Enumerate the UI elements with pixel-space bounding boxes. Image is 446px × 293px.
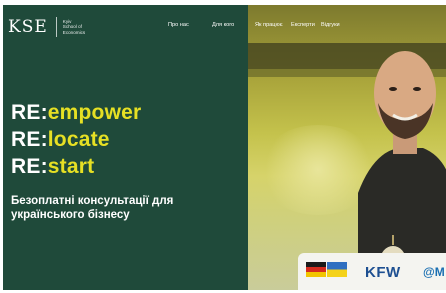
flags-icon [306,262,347,277]
partner-logos: KFW @M [298,253,446,290]
person-photo [358,51,446,290]
hero-line-locate: RE:locate [11,129,110,151]
landing-page: KSE Kyiv School of Economics Про нас Для… [3,5,446,290]
hero-prefix: RE: [11,101,48,124]
hero-photo [248,5,446,290]
nav-link-reviews[interactable]: Відгуки [321,22,340,28]
nav-link-about[interactable]: Про нас [168,22,189,28]
screenshot-frame: KSE Kyiv School of Economics Про нас Для… [0,0,446,293]
hero-word: start [47,155,95,178]
kfw-logo: KFW [365,264,401,281]
logo-divider [55,17,57,37]
logo-line: Economics [62,29,86,35]
logo-mark: KSE [8,17,48,37]
hero-prefix: RE: [11,128,48,151]
hero-prefix: RE: [11,155,48,178]
partner-logo-cut: @M [423,265,445,279]
nav-link-for-whom[interactable]: Для кого [212,22,234,28]
hero-line-start: RE:start [11,156,94,178]
kse-logo[interactable]: KSE Kyiv School of Economics [8,17,93,37]
nav-link-how-it-works[interactable]: Як працює [255,22,283,28]
hero-word: locate [47,128,110,151]
nav-link-experts[interactable]: Експерти [291,22,315,28]
hero-subtitle: Безоплатні консультації для українського… [11,195,174,221]
hero-line-empower: RE:empower [11,102,141,124]
hero-word: empower [47,101,142,124]
site-header: KSE Kyiv School of Economics Про нас Для… [3,5,446,43]
partner-flags-logo [306,261,348,285]
logo-text: Kyiv School of Economics [63,19,93,35]
